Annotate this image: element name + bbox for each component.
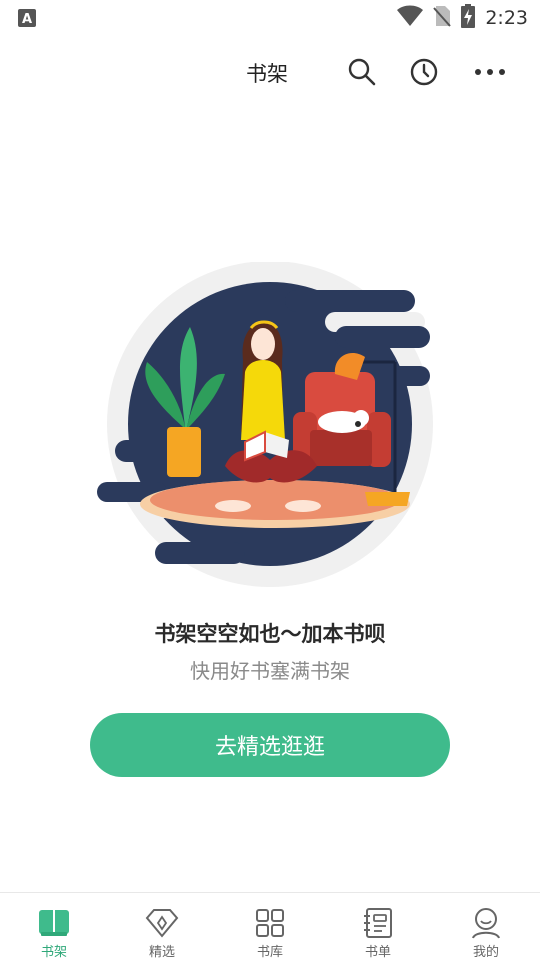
tab-featured[interactable]: 精选 [108,893,216,960]
tab-bookshelf[interactable]: 书架 [0,893,108,960]
bottom-tab-bar: 书架 精选 书库 书单 我的 [0,892,540,960]
empty-bookshelf-illustration [95,261,445,592]
history-clock-icon[interactable] [408,56,440,88]
wifi-icon [397,5,424,31]
tab-label: 我的 [472,945,499,960]
browse-featured-button[interactable]: 去精选逛逛 [90,713,450,777]
tab-label: 书架 [40,945,67,960]
battery-charging-icon [461,4,476,32]
grid-icon [253,907,287,939]
status-bar: A 2:23 [0,0,540,36]
tab-label: 精选 [148,945,175,960]
tab-label: 书单 [364,945,391,960]
svg-text:A: A [22,12,32,27]
bookshelf-icon [37,907,71,939]
status-time: 2:23 [485,7,528,29]
empty-state-subtitle: 快用好书塞满书架 [190,659,350,683]
tab-label: 书库 [256,945,283,960]
page-title: 书架 [246,62,288,86]
more-icon[interactable] [474,56,506,88]
empty-state-title: 书架空空如也～加本书呗 [154,622,386,646]
search-icon[interactable] [346,56,378,88]
tab-profile[interactable]: 我的 [432,893,540,960]
tab-booklist[interactable]: 书单 [324,893,432,960]
top-bar: 书架 [0,44,540,100]
notebook-icon [361,907,395,939]
no-sim-icon [433,5,452,31]
profile-icon [469,907,503,939]
tab-library[interactable]: 书库 [216,893,324,960]
a-notification-icon: A [18,9,36,27]
diamond-icon [145,907,179,939]
